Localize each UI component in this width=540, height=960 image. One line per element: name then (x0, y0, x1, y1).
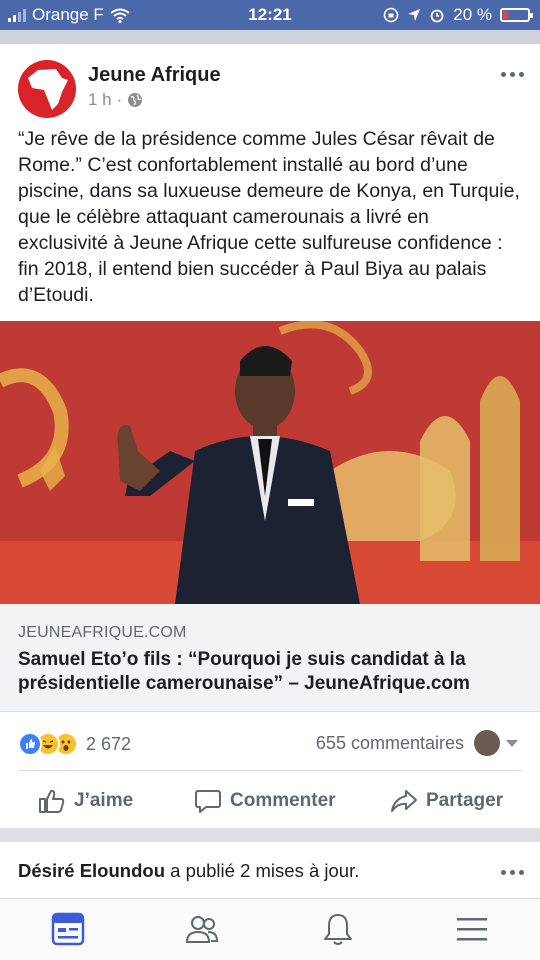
page-name[interactable]: Jeune Afrique (88, 64, 221, 87)
link-preview-image[interactable] (0, 321, 540, 604)
bottom-tab-bar (0, 898, 540, 960)
reactions-count: 2 672 (86, 733, 132, 754)
share-label: Partager (426, 790, 504, 811)
chevron-down-icon[interactable] (506, 740, 518, 747)
like-reaction-icon (18, 732, 42, 756)
meta-separator: · (116, 90, 123, 109)
like-label: J’aime (74, 790, 134, 811)
photo-illustration (0, 321, 540, 604)
divider (18, 770, 522, 771)
battery-level (503, 11, 508, 19)
notifications-icon[interactable] (320, 911, 360, 951)
post-meta: 1 h · (88, 90, 143, 110)
thumbs-up-icon (39, 789, 65, 813)
reactions-summary[interactable]: 2 672 (18, 732, 131, 756)
avatar-text: JA (26, 88, 48, 108)
update-notice[interactable]: Désiré Eloundou a publié 2 mises à jour. (0, 842, 540, 898)
alarm-icon (430, 9, 444, 23)
notice-message: a publié 2 mises à jour. (165, 860, 360, 881)
share-button[interactable]: Partager (390, 788, 503, 814)
feed-separator (0, 30, 540, 44)
comment-icon (195, 790, 221, 813)
globe-icon (128, 93, 143, 107)
like-button[interactable]: J’aime (38, 788, 133, 814)
status-bar: Orange F 12:21 20 % (0, 0, 540, 30)
status-icons: 20 % (383, 5, 533, 25)
link-domain: JEUNEAFRIQUE.COM (18, 624, 187, 641)
location-icon (408, 9, 421, 21)
news-feed-icon[interactable] (50, 911, 90, 951)
battery-percent: 20 % (453, 5, 492, 24)
notice-text: Désiré Eloundou a publié 2 mises à jour. (18, 860, 359, 882)
battery-icon (500, 8, 533, 22)
page-avatar[interactable]: JA (18, 60, 76, 118)
orientation-lock-icon (383, 7, 399, 23)
share-icon (391, 790, 417, 812)
post-text: “Je rêve de la présidence comme Jules Cé… (18, 128, 520, 306)
commenter-avatar (474, 730, 500, 756)
notice-author[interactable]: Désiré Eloundou (18, 860, 165, 881)
comments-count[interactable]: 655 commentaires (316, 733, 464, 754)
comment-button[interactable]: Commenter (194, 788, 336, 814)
menu-icon[interactable] (454, 911, 494, 951)
notice-options-icon[interactable] (501, 870, 524, 875)
post-actions: J’aime Commenter Partager (0, 780, 540, 820)
comment-label: Commenter (230, 790, 336, 811)
post-time[interactable]: 1 h (88, 90, 112, 110)
link-preview[interactable]: JEUNEAFRIQUE.COM Samuel Eto’o fils : “Po… (0, 604, 540, 712)
post-options-icon[interactable] (501, 72, 524, 77)
link-title: Samuel Eto’o fils : “Pourquoi je suis ca… (18, 649, 470, 694)
friends-icon[interactable] (184, 911, 224, 951)
post-card: JA Jeune Afrique 1 h · “Je rêve de la pr… (0, 44, 540, 828)
